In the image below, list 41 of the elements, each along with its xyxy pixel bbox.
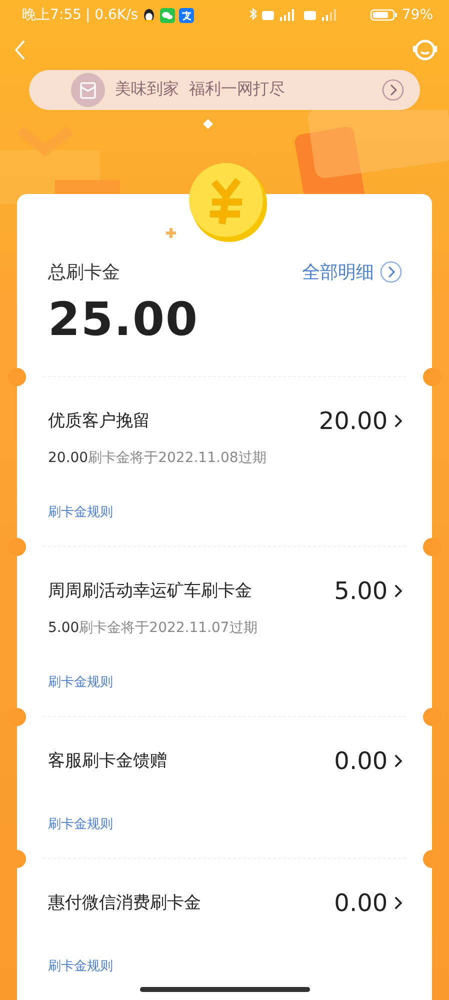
banner-text: 美味到家 福利一网打尽 — [115, 79, 286, 100]
item-title: 优质客户挽留 — [48, 410, 150, 432]
card-notch — [423, 368, 441, 386]
status-time: 晚上7:55 — [22, 6, 82, 24]
expiry-note: 5.00刷卡金将于2022.11.07过期 — [48, 618, 258, 637]
chat-app-icon — [160, 8, 176, 23]
total-amount: 25.00 — [48, 292, 200, 346]
sparkle-icon — [165, 227, 177, 239]
chevron-right-icon — [394, 896, 402, 910]
battery-percent: 79% — [402, 7, 433, 24]
card-notch — [8, 368, 26, 386]
battery-icon — [370, 8, 398, 22]
penguin-icon — [142, 8, 156, 23]
item-title: 惠付微信消费刷卡金 — [48, 892, 201, 914]
payment-app-icon — [179, 8, 194, 23]
item-amount[interactable]: 0.00 — [334, 746, 402, 775]
chevron-circle-icon — [380, 260, 402, 283]
promo-banner[interactable]: 美味到家 福利一网打尽 — [29, 70, 420, 110]
item-title: 客服刷卡金馈赠 — [48, 750, 167, 772]
gift-bag-icon — [71, 72, 105, 107]
chevron-right-icon — [394, 754, 402, 768]
expiry-note: 20.00刷卡金将于2022.11.08过期 — [48, 448, 268, 467]
network-speed: | 0.6K/s — [85, 7, 138, 24]
rules-link[interactable]: 刷卡金规则 — [48, 502, 402, 521]
card-notch — [8, 538, 26, 556]
card-notch — [423, 708, 441, 726]
rules-link[interactable]: 刷卡金规则 — [48, 672, 402, 691]
chevron-circle-icon — [382, 78, 404, 101]
total-label: 总刷卡金 — [48, 260, 120, 284]
item-amount[interactable]: 5.00 — [334, 576, 402, 605]
rules-link[interactable]: 刷卡金规则 — [48, 956, 402, 975]
all-details-link[interactable]: 全部明细 — [302, 260, 402, 284]
item-title: 周周刷活动幸运矿车刷卡金 — [48, 580, 252, 602]
item-amount[interactable]: 0.00 — [334, 888, 402, 917]
rules-link[interactable]: 刷卡金规则 — [48, 814, 402, 833]
chevron-right-icon — [394, 584, 402, 598]
card-notch — [423, 538, 441, 556]
card-notch — [8, 708, 26, 726]
chevron-right-icon — [394, 414, 402, 428]
back-button[interactable] — [14, 39, 26, 62]
item-amount[interactable]: 20.00 — [318, 406, 402, 435]
